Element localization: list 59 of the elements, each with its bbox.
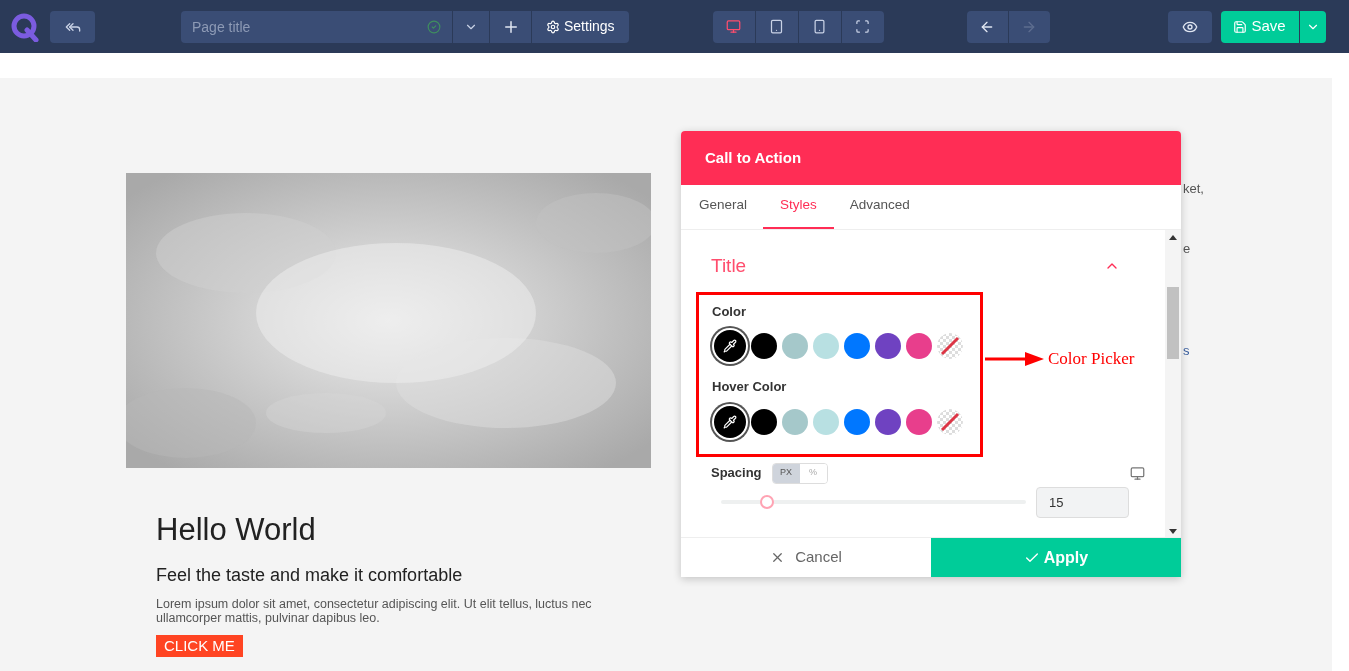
dialog-tab[interactable]: Styles [763,184,834,229]
preview-button[interactable] [1167,10,1212,43]
color-swatch[interactable] [782,333,808,359]
annotation-arrow [985,350,1045,367]
device-button[interactable] [712,10,755,43]
settings-button[interactable]: Settings [532,10,629,43]
color-swatch[interactable] [906,333,932,359]
add-button[interactable] [490,10,531,43]
monitor-icon [1130,465,1145,481]
color-swatch[interactable] [813,408,839,435]
click-me-button[interactable]: CLICK ME [156,635,243,657]
color-swatch[interactable] [813,333,839,359]
device-button[interactable] [798,10,841,43]
color-swatch[interactable] [751,408,777,435]
title-section-header[interactable]: Title [696,252,1165,281]
unit-toggle[interactable]: PX [772,463,800,483]
dialog-tab[interactable]: General [687,184,760,229]
device-button[interactable] [841,10,884,43]
page-text-fragment: e [1183,239,1192,258]
scrollbar-thumb[interactable] [1167,287,1179,359]
color-swatch[interactable] [875,333,901,359]
dialog-tab[interactable]: Advanced [837,184,922,229]
color-swatch[interactable] [844,333,870,359]
undo-all-button[interactable] [50,10,95,43]
spacing-slider[interactable] [721,495,1026,509]
page-heading: Hello World [156,512,316,548]
scroll-down-icon[interactable] [1169,529,1177,534]
check-circle-icon [427,19,441,34]
cancel-button[interactable]: Cancel [681,538,931,577]
page-title-field[interactable]: Page title [181,10,452,43]
logo-icon [10,11,40,42]
color-label: Color [712,302,747,321]
page-paragraph: Lorem ipsum dolor sit amet, consectetur adipiscing elit. Ut elit tellus, luctus nec ullamcorper mattis, pulvinar dapibus leo. [156,597,593,625]
spacing-input[interactable]: 15 [1036,486,1129,518]
eyedropper-icon [723,414,737,429]
annotation-label: Color Picker [1048,348,1135,370]
no-color-swatch[interactable] [937,333,963,359]
dialog-title: Call to Action [705,147,802,168]
spacing-label: Spacing [711,464,762,483]
no-color-swatch[interactable] [937,408,963,435]
scroll-up-icon[interactable] [1169,235,1177,240]
slider-thumb[interactable] [759,495,774,509]
eyedropper-swatch[interactable] [714,405,746,438]
settings-icon [546,19,560,34]
page-subheading: Feel the taste and make it comfortable [156,564,463,586]
eyedropper-swatch[interactable] [714,330,746,362]
color-swatch[interactable] [875,408,901,435]
color-label: Hover Color [712,378,788,396]
color-swatch[interactable] [751,333,777,359]
color-swatch[interactable] [782,408,808,435]
page-text-fragment: ket, [1183,180,1204,198]
undo-button[interactable] [966,10,1008,43]
section-title: Title [711,254,747,278]
save-options-button[interactable] [1299,10,1326,43]
device-button[interactable] [755,10,798,43]
page-text-fragment: s [1183,342,1191,360]
eyedropper-icon [723,339,737,353]
color-swatch[interactable] [906,408,932,435]
color-swatch[interactable] [844,408,870,435]
